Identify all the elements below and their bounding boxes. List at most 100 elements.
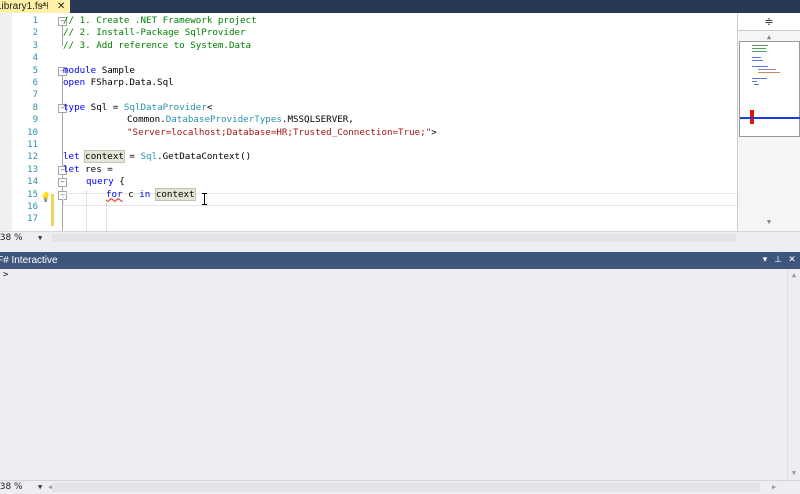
scroll-down-icon[interactable]: ▼ [788,468,800,478]
text-cursor-icon [201,193,207,205]
line-number: 17 [27,214,38,225]
string-literal: "Server=localhost;Database=HR;Trusted_Co… [127,126,432,138]
keyword: type [63,101,86,113]
code-line: open FSharp.Data.Sql [63,77,174,89]
code-line: let context = Sql.GetDataContext() [63,150,252,164]
map-line [752,60,763,61]
keyword: let [63,151,80,163]
code-text: Sql = [85,101,124,113]
keyword: let [63,163,80,175]
line-number: 16 [27,202,38,212]
map-line [752,45,768,46]
map-line [754,84,759,85]
keyword: in [139,188,151,200]
map-line [752,81,757,82]
keyword: for [106,188,123,200]
scroll-down-icon[interactable]: ▼ [764,218,774,226]
code-text: .MSSQLSERVER, [281,114,354,126]
interactive-panel-header: F# Interactive ▾ ⊥ ✕ [0,252,800,269]
editor-status-bar: 138 % ▼ [0,231,800,244]
code-line: query { [86,176,125,188]
vertical-scrollbar[interactable]: ▲ ▼ [787,269,800,480]
line-number: 8 [32,102,38,113]
zoom-level[interactable]: 138 % [0,481,23,494]
document-tab-library1[interactable]: Library1.fs* ⊣ ✕ [0,0,70,13]
code-text: FSharp.Data.Sql [85,77,174,88]
unsaved-change-marker [51,194,54,226]
pin-tab-icon[interactable]: ⊣ [40,0,49,13]
zoom-level[interactable]: 138 % [0,232,23,244]
repl-prompt: > [3,270,9,280]
code-line: let res = [63,164,113,176]
code-text: { [113,176,125,188]
code-text: Common. [127,114,166,126]
map-line [758,69,776,70]
dropdown-icon[interactable]: ▼ [38,481,42,494]
code-text: = [123,151,141,163]
type-name: Sql [140,151,158,163]
keyword: open [63,77,86,88]
line-number: 2 [32,28,38,39]
close-icon[interactable]: ✕ [786,252,798,269]
map-line [752,48,766,49]
line-number: 14 [27,177,38,188]
window-position-dropdown-icon[interactable]: ▾ [759,252,771,269]
code-line-current[interactable]: for c in context [106,187,196,201]
line-number: 13 [27,164,38,175]
code-text: c [122,188,140,200]
code-line: // 1. Create .NET Framework project [63,15,257,26]
pane-splitter[interactable] [0,244,800,252]
map-scrollbar[interactable]: ≑ ▲ ▼ [737,13,800,231]
line-number: 15 [27,189,38,200]
pin-icon[interactable]: ⊥ [772,252,784,269]
code-editor[interactable]: 1 2 3 4 5 6 7 8 9 10 11 12 13 14 15 16 1… [0,13,737,231]
map-line [758,72,780,73]
code-text: < [206,101,213,113]
map-line [752,51,767,52]
line-number: 1 [32,16,38,26]
lightbulb-icon[interactable]: 💡 [40,193,51,204]
line-number: 12 [27,152,38,163]
code-line: "Server=localhost;Database=HR;Trusted_Co… [127,127,437,139]
line-number: 4 [32,53,38,64]
code-text: res = [79,163,113,175]
keyword: query [86,176,114,188]
line-number: 6 [32,78,38,88]
line-number: 5 [32,65,38,76]
scroll-up-icon[interactable]: ▲ [764,33,774,41]
code-line: // 2. Install-Package SqlProvider [63,27,246,39]
highlighted-reference: context [84,150,125,164]
line-number: 7 [32,90,38,101]
map-line [752,57,761,58]
highlighted-reference: context [154,187,196,201]
scroll-up-icon[interactable]: ▲ [788,270,800,280]
document-tab-strip [0,0,800,13]
keyword: module [63,64,97,76]
map-line [752,78,767,79]
type-name: SqlDataProvider [123,101,207,113]
code-text: > [431,126,437,138]
type-name: DatabaseProviderTypes [165,114,282,126]
panel-title: F# Interactive [0,255,58,266]
horizontal-scrollbar[interactable] [52,483,760,492]
line-number: 10 [27,127,38,138]
close-tab-icon[interactable]: ✕ [57,0,65,13]
code-line: type Sql = SqlDataProvider< [63,102,212,114]
interactive-output[interactable]: > [0,269,787,480]
caret-position-marker [740,117,800,119]
horizontal-scrollbar[interactable] [52,234,736,242]
line-number: 9 [32,115,38,126]
collapse-toggle-icon[interactable]: − [58,178,67,187]
split-window-icon[interactable]: ≑ [738,13,800,31]
dropdown-icon[interactable]: ▼ [38,232,42,244]
scroll-right-icon[interactable]: ▶ [772,481,776,494]
code-line: // 3. Add reference to System.Data [63,39,252,51]
code-text: .GetDataContext() [157,151,252,163]
line-number: 11 [27,140,38,150]
code-text: Sample [96,64,135,76]
code-line: Common.DatabaseProviderTypes.MSSQLSERVER… [127,114,354,126]
map-line [752,66,768,67]
code-line: module Sample [63,65,135,77]
map-viewport[interactable] [739,41,800,137]
